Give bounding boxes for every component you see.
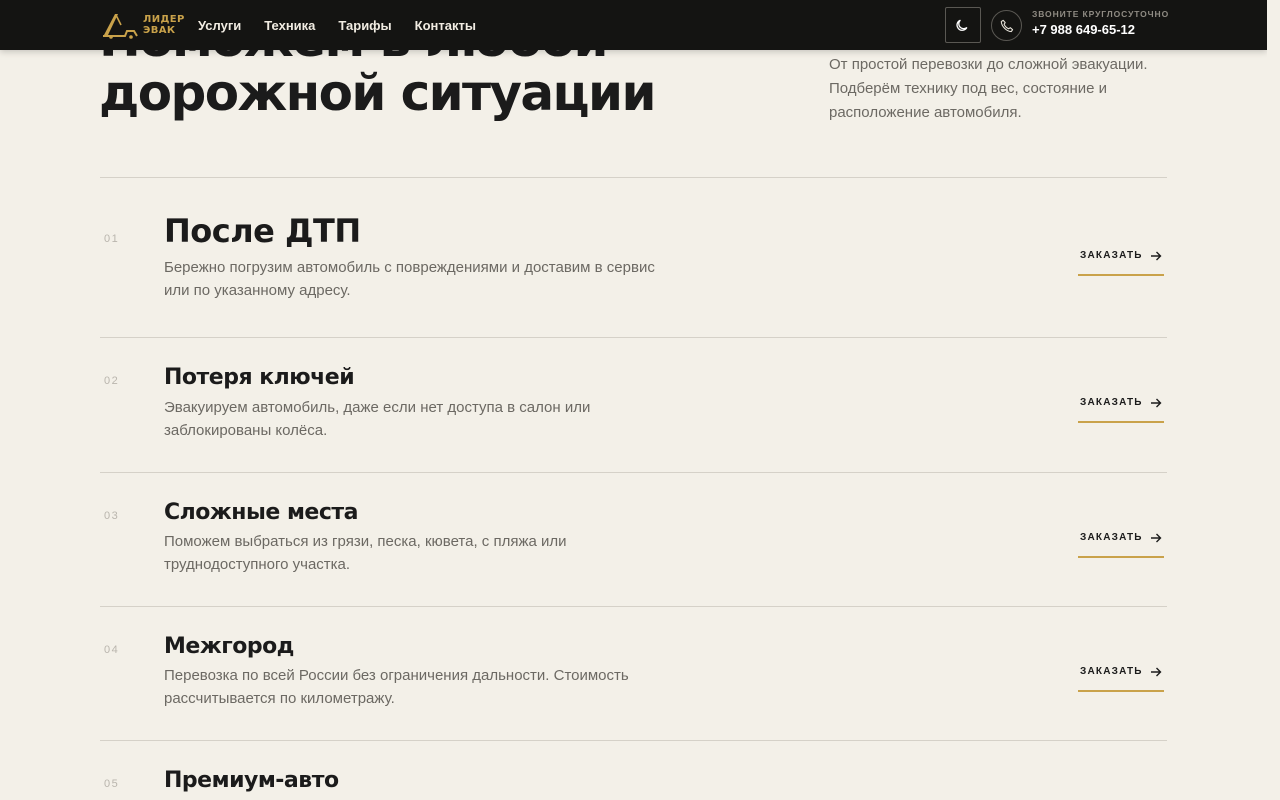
service-title: После ДТП <box>164 212 361 250</box>
site-header: ЛИДЕР ЭВАК Услуги Техника Тарифы Контакт… <box>0 0 1267 50</box>
arrow-right-icon <box>1150 667 1162 677</box>
order-button-label: ЗАКАЗАТЬ <box>1080 397 1143 408</box>
nav-item-rates[interactable]: Тарифы <box>338 18 391 33</box>
hero-title-line-2: дорожной ситуации <box>99 64 656 122</box>
service-description: Перевозка по всей России без ограничения… <box>164 667 629 707</box>
services-list: 01 После ДТП Бережно погрузим автомобиль… <box>100 177 1167 800</box>
arrow-right-icon <box>1150 533 1162 543</box>
service-item-lost-keys: 02 Потеря ключей Эвакуируем автомобиль, … <box>100 337 1167 472</box>
service-description: Эвакуируем автомобиль, даже если нет дос… <box>164 399 591 439</box>
tow-truck-logo-icon <box>103 14 138 39</box>
logo-text-line-2: ЭВАК <box>143 25 176 36</box>
service-number: 02 <box>104 375 120 387</box>
service-title: Сложные места <box>164 500 358 525</box>
hero-description: От простой перевозки до сложной эвакуаци… <box>829 56 1148 121</box>
logo[interactable]: ЛИДЕР ЭВАК <box>101 10 185 40</box>
logo-text-line-1: ЛИДЕР <box>143 14 185 25</box>
service-title: Потеря ключей <box>164 365 355 390</box>
phone-button[interactable] <box>991 10 1022 41</box>
service-description: Бережно погрузим автомобиль с повреждени… <box>164 259 655 299</box>
service-title: Премиум-авто <box>164 768 339 793</box>
nav-item-equipment[interactable]: Техника <box>264 18 315 33</box>
logo-text: ЛИДЕР ЭВАК <box>143 14 185 36</box>
order-button-label: ЗАКАЗАТЬ <box>1080 666 1143 677</box>
arrow-right-icon <box>1150 251 1162 261</box>
scrollbar[interactable] <box>1267 0 1280 800</box>
service-description: Поможем выбраться из грязи, песка, кювет… <box>164 533 567 573</box>
service-item-after-accident: 01 После ДТП Бережно погрузим автомобиль… <box>100 177 1167 337</box>
service-item-intercity: 04 Межгород Перевозка по всей России без… <box>100 606 1167 740</box>
order-button-label: ЗАКАЗАТЬ <box>1080 532 1143 543</box>
call-block: ЗВОНИТЕ КРУГЛОСУТОЧНО +7 988 649-65-12 <box>1032 9 1169 37</box>
service-number: 05 <box>104 778 120 790</box>
service-number: 01 <box>104 233 120 245</box>
phone-number-link[interactable]: +7 988 649-65-12 <box>1032 22 1169 37</box>
arrow-right-icon <box>1150 398 1162 408</box>
service-item-premium: 05 Премиум-авто <box>100 740 1167 800</box>
call-label: ЗВОНИТЕ КРУГЛОСУТОЧНО <box>1032 9 1170 19</box>
service-title: Межгород <box>164 634 294 659</box>
nav-item-services[interactable]: Услуги <box>198 18 241 33</box>
order-button[interactable]: ЗАКАЗАТЬ <box>1078 532 1164 558</box>
order-button[interactable]: ЗАКАЗАТЬ <box>1078 666 1164 692</box>
service-item-hard-places: 03 Сложные места Поможем выбраться из гр… <box>100 472 1167 606</box>
moon-icon <box>956 19 968 31</box>
order-button-label: ЗАКАЗАТЬ <box>1080 250 1143 261</box>
service-number: 03 <box>104 510 120 522</box>
order-button[interactable]: ЗАКАЗАТЬ <box>1078 397 1164 423</box>
phone-icon <box>1000 19 1013 32</box>
service-number: 04 <box>104 644 120 656</box>
theme-toggle-button[interactable] <box>945 7 981 43</box>
order-button[interactable]: ЗАКАЗАТЬ <box>1078 250 1164 276</box>
main-nav: Услуги Техника Тарифы Контакты <box>198 0 476 50</box>
page: Поможем в любой дорожной ситуации От про… <box>0 0 1280 800</box>
nav-item-contacts[interactable]: Контакты <box>415 18 476 33</box>
